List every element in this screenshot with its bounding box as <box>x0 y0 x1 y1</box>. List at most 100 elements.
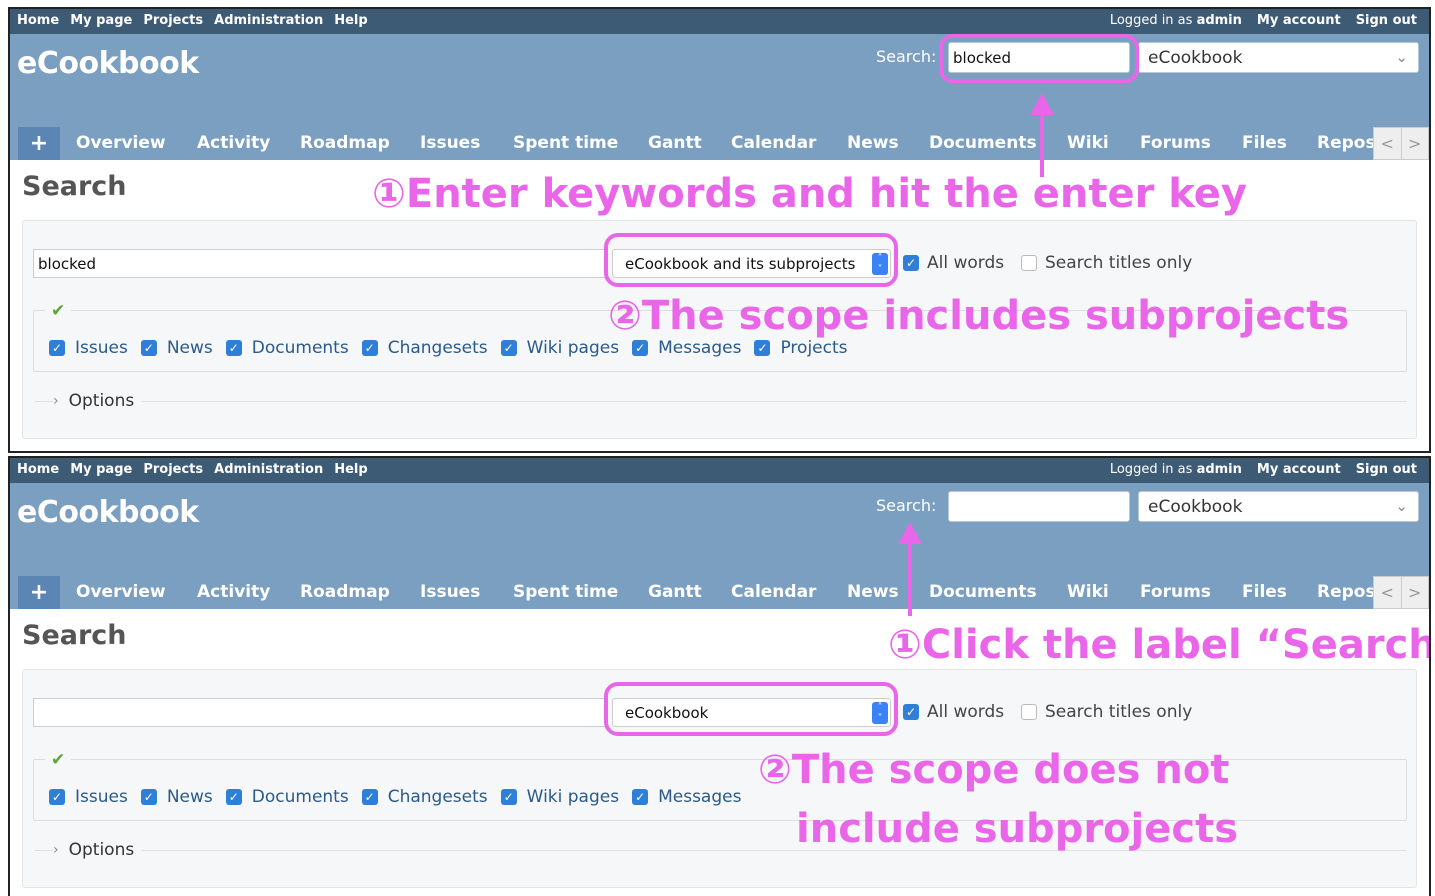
type-documents[interactable]: ✓ Documents <box>225 787 349 807</box>
tab-forums[interactable]: Forums <box>1140 127 1211 160</box>
type-changesets[interactable]: ✓ Changesets <box>361 338 488 358</box>
tab-documents[interactable]: Documents <box>929 576 1037 609</box>
options-divider <box>35 401 1407 402</box>
menu-projects[interactable]: Projects <box>143 13 203 28</box>
tab-files[interactable]: Files <box>1242 127 1287 160</box>
object-types: ✓ Issues ✓ News ✓ Documents ✓ Changesets ✓ Wi… <box>49 787 754 807</box>
checkbox-checked-icon[interactable]: ✓ <box>361 340 378 356</box>
user-link[interactable]: admin <box>1197 13 1242 28</box>
checkbox-checked-icon[interactable]: ✓ <box>754 340 771 356</box>
type-documents[interactable]: ✓ Documents <box>225 338 349 358</box>
checkbox-checked-icon[interactable]: ✓ <box>903 704 919 720</box>
toggle-all-check-icon[interactable]: ✔ <box>45 750 72 770</box>
screenshot-panel-1: Home My page Projects Administration Hel… <box>8 7 1431 453</box>
checkbox-checked-icon[interactable]: ✓ <box>361 789 378 805</box>
type-issues[interactable]: ✓ Issues <box>49 338 128 358</box>
tab-overview[interactable]: Overview <box>76 576 166 609</box>
tab-files[interactable]: Files <box>1242 576 1287 609</box>
tab-roadmap[interactable]: Roadmap <box>300 576 390 609</box>
tab-activity[interactable]: Activity <box>197 127 270 160</box>
options-toggle[interactable]: › Options <box>53 840 143 860</box>
new-object-button[interactable]: + <box>18 576 60 609</box>
sign-out-link[interactable]: Sign out <box>1356 462 1417 477</box>
checkbox-checked-icon[interactable]: ✓ <box>500 340 517 356</box>
type-projects[interactable]: ✓ Projects <box>754 338 848 358</box>
tab-repository[interactable]: Repos <box>1317 576 1376 609</box>
checkbox-checked-icon[interactable]: ✓ <box>632 340 649 356</box>
checkbox-checked-icon[interactable]: ✓ <box>49 340 65 356</box>
checkbox-checked-icon[interactable]: ✓ <box>903 255 919 271</box>
scroll-right-button[interactable]: > <box>1400 577 1429 608</box>
type-wiki-pages[interactable]: ✓ Wiki pages <box>500 787 619 807</box>
user-link[interactable]: admin <box>1197 462 1242 477</box>
checkbox-checked-icon[interactable]: ✓ <box>49 789 65 805</box>
tab-spent-time[interactable]: Spent time <box>513 576 618 609</box>
new-object-button[interactable]: + <box>18 127 60 160</box>
tab-gantt[interactable]: Gantt <box>648 127 702 160</box>
tab-news[interactable]: News <box>847 576 899 609</box>
search-query-input[interactable] <box>33 698 608 727</box>
tab-gantt[interactable]: Gantt <box>648 576 702 609</box>
type-news[interactable]: ✓ News <box>140 338 213 358</box>
project-jump-select[interactable]: eCookbook ⌄ <box>1138 491 1419 522</box>
tab-scroll-buttons: < > <box>1373 127 1429 160</box>
type-messages[interactable]: ✓ Messages <box>632 787 741 807</box>
checkbox-checked-icon[interactable]: ✓ <box>500 789 517 805</box>
checkbox-unchecked-icon[interactable] <box>1021 255 1037 271</box>
quick-search-label[interactable]: Search: <box>876 47 936 66</box>
toggle-all-check-icon[interactable]: ✔ <box>45 301 72 321</box>
menu-help[interactable]: Help <box>334 13 367 28</box>
tab-documents[interactable]: Documents <box>929 127 1037 160</box>
menu-projects[interactable]: Projects <box>143 462 203 477</box>
type-news[interactable]: ✓ News <box>140 787 213 807</box>
project-jump-select[interactable]: eCookbook ⌄ <box>1138 42 1419 73</box>
checkbox-checked-icon[interactable]: ✓ <box>632 789 649 805</box>
type-changesets[interactable]: ✓ Changesets <box>361 787 488 807</box>
menu-administration[interactable]: Administration <box>214 13 323 28</box>
checkbox-checked-icon[interactable]: ✓ <box>225 340 242 356</box>
menu-administration[interactable]: Administration <box>214 462 323 477</box>
tab-wiki[interactable]: Wiki <box>1067 127 1109 160</box>
project-title: eCookbook <box>17 46 199 81</box>
page-title: Search <box>22 620 127 651</box>
tab-repository[interactable]: Repos <box>1317 127 1376 160</box>
menu-help[interactable]: Help <box>334 462 367 477</box>
tab-activity[interactable]: Activity <box>197 576 270 609</box>
tab-calendar[interactable]: Calendar <box>731 127 816 160</box>
options-toggle[interactable]: › Options <box>53 391 143 411</box>
tab-overview[interactable]: Overview <box>76 127 166 160</box>
type-messages[interactable]: ✓ Messages <box>632 338 741 358</box>
tab-wiki[interactable]: Wiki <box>1067 576 1109 609</box>
page-title: Search <box>22 171 127 202</box>
type-wiki-pages[interactable]: ✓ Wiki pages <box>500 338 619 358</box>
titles-only-option[interactable]: Search titles only <box>1021 253 1192 273</box>
all-words-option[interactable]: ✓ All words <box>903 702 1004 722</box>
sign-out-link[interactable]: Sign out <box>1356 13 1417 28</box>
type-issues[interactable]: ✓ Issues <box>49 787 128 807</box>
tab-roadmap[interactable]: Roadmap <box>300 127 390 160</box>
quick-search-input[interactable] <box>948 491 1130 522</box>
menu-home[interactable]: Home <box>17 462 59 477</box>
checkbox-checked-icon[interactable]: ✓ <box>140 789 157 805</box>
all-words-option[interactable]: ✓ All words <box>903 253 1004 273</box>
checkbox-checked-icon[interactable]: ✓ <box>225 789 242 805</box>
my-account-link[interactable]: My account <box>1257 462 1341 477</box>
tab-spent-time[interactable]: Spent time <box>513 127 618 160</box>
quick-search-label[interactable]: Search: <box>876 496 936 515</box>
scroll-right-button[interactable]: > <box>1400 128 1429 159</box>
tab-issues[interactable]: Issues <box>420 576 480 609</box>
checkbox-unchecked-icon[interactable] <box>1021 704 1037 720</box>
tab-news[interactable]: News <box>847 127 899 160</box>
titles-only-option[interactable]: Search titles only <box>1021 702 1192 722</box>
scroll-left-button[interactable]: < <box>1374 577 1401 608</box>
tab-forums[interactable]: Forums <box>1140 576 1211 609</box>
checkbox-checked-icon[interactable]: ✓ <box>140 340 157 356</box>
menu-my-page[interactable]: My page <box>70 462 132 477</box>
menu-home[interactable]: Home <box>17 13 59 28</box>
tab-issues[interactable]: Issues <box>420 127 480 160</box>
scroll-left-button[interactable]: < <box>1374 128 1401 159</box>
menu-my-page[interactable]: My page <box>70 13 132 28</box>
tab-calendar[interactable]: Calendar <box>731 576 816 609</box>
my-account-link[interactable]: My account <box>1257 13 1341 28</box>
search-query-input[interactable]: blocked <box>33 249 608 278</box>
